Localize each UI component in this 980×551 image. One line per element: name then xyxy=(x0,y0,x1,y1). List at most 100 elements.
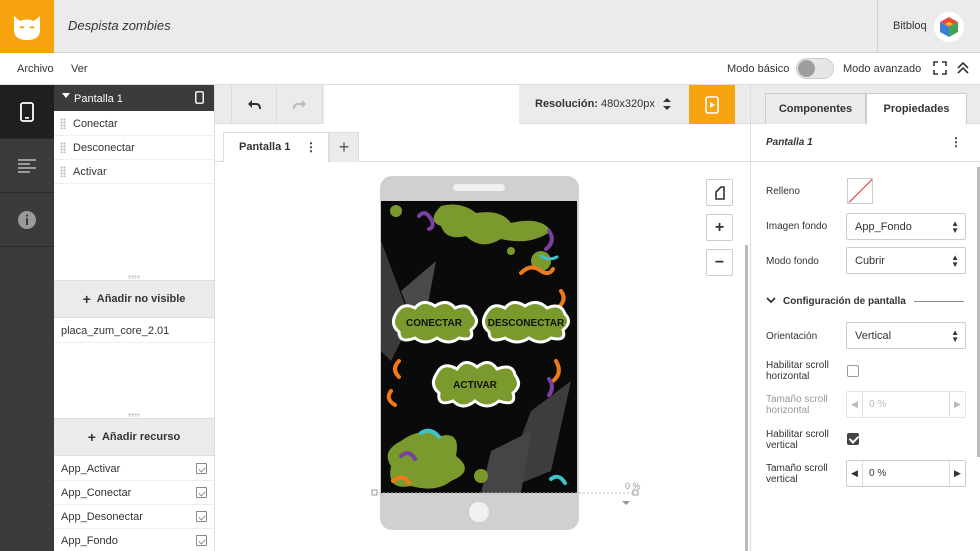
component-row[interactable]: Activar xyxy=(54,160,214,184)
select-arrows-icon[interactable] xyxy=(663,97,671,111)
label-line: vertical xyxy=(766,440,798,451)
plus-icon: + xyxy=(87,429,96,445)
label-line: Habilitar scroll xyxy=(766,360,829,371)
label-line: Habilitar scroll xyxy=(766,429,829,440)
tab-propiedades[interactable]: Propiedades xyxy=(866,93,967,124)
resource-item[interactable]: App_Fondo xyxy=(54,529,214,551)
phone-screen[interactable]: CONECTAR DESCONECTAR ACTIVAR xyxy=(381,201,577,493)
label-line: Tamaño scroll xyxy=(766,394,828,405)
rail-blocks-button[interactable] xyxy=(0,139,54,193)
add-invisible-label: Añadir no visible xyxy=(96,293,186,305)
select-arrows-icon: ▲ ▼ xyxy=(951,219,959,235)
orientation-value: Vertical xyxy=(855,330,892,342)
toggle-knob xyxy=(798,60,815,77)
fill-color-picker[interactable] xyxy=(847,178,873,204)
hscroll-enable-checkbox[interactable] xyxy=(847,365,859,377)
chevron-down-icon xyxy=(766,297,776,304)
bg-mode-value: Cubrir xyxy=(855,255,885,267)
play-phone-icon xyxy=(705,95,719,114)
rail-info-button[interactable] xyxy=(0,193,54,247)
app-icon[interactable] xyxy=(934,12,964,42)
resource-item[interactable]: App_Desonectar xyxy=(54,505,214,529)
run-app-button[interactable] xyxy=(689,85,735,124)
bg-mode-select[interactable]: Cubrir ▲ ▼ xyxy=(846,247,966,274)
tab-componentes[interactable]: Componentes xyxy=(765,93,866,124)
image-icon xyxy=(196,487,207,498)
scroll-guide[interactable] xyxy=(371,489,641,507)
add-resource-button[interactable]: + Añadir recurso xyxy=(54,418,214,456)
cube-icon xyxy=(940,17,958,37)
properties-title-row: Pantalla 1 ⋮ xyxy=(751,124,980,162)
drag-handle-icon[interactable] xyxy=(60,118,66,129)
info-icon xyxy=(18,210,36,229)
component-label: Desconectar xyxy=(73,142,135,154)
redo-icon xyxy=(292,99,306,109)
resource-label: App_Desonectar xyxy=(61,511,143,523)
increment-icon[interactable]: ▶ xyxy=(949,461,965,486)
hscroll-size-stepper[interactable]: ◀ 0 % ▶ xyxy=(846,391,966,418)
phone-preview: CONECTAR DESCONECTAR ACTIVAR xyxy=(380,176,579,530)
drag-handle-icon[interactable] xyxy=(60,142,66,153)
phone-icon xyxy=(195,91,204,104)
resource-item[interactable]: App_Activar xyxy=(54,457,214,481)
section-label: Configuración de pantalla xyxy=(783,296,906,307)
add-screen-button[interactable]: + xyxy=(329,132,359,163)
project-title[interactable]: Despista zombies xyxy=(68,18,171,33)
add-invisible-button[interactable]: + Añadir no visible xyxy=(54,280,214,318)
screen-tabbar: Pantalla 1 ⋮ + xyxy=(215,124,750,163)
drag-handle-icon[interactable] xyxy=(60,166,66,177)
component-row[interactable]: Desconectar xyxy=(54,136,214,160)
tab-pantalla-1[interactable]: Pantalla 1 ⋮ xyxy=(223,132,329,163)
icon-rail xyxy=(0,85,54,551)
increment-icon[interactable]: ▶ xyxy=(949,392,965,417)
decrement-icon[interactable]: ◀ xyxy=(847,392,863,417)
fit-screen-button[interactable] xyxy=(706,179,733,206)
component-row[interactable]: Conectar xyxy=(54,112,214,136)
vscroll-size-stepper[interactable]: ◀ 0 % ▶ xyxy=(846,460,966,487)
redo-button[interactable] xyxy=(277,85,323,124)
vscroll-size-label: Tamaño scroll vertical xyxy=(766,463,828,485)
decrement-icon[interactable]: ◀ xyxy=(847,461,863,486)
component-label: Activar xyxy=(73,166,107,178)
undo-button[interactable] xyxy=(231,85,277,124)
bg-mode-label: Modo fondo xyxy=(766,256,819,267)
rail-design-button[interactable] xyxy=(0,85,54,139)
zoom-out-button[interactable]: − xyxy=(706,249,733,276)
resize-handle[interactable] xyxy=(128,275,140,279)
menu-ver[interactable]: Ver xyxy=(71,63,88,75)
preview-button-desconectar[interactable]: DESCONECTAR xyxy=(479,298,573,346)
invisible-item[interactable]: placa_zum_core_2.01 xyxy=(54,319,214,343)
menu-archivo[interactable]: Archivo xyxy=(17,63,54,75)
preview-button-label: CONECTAR xyxy=(406,318,463,329)
preview-button-label: ACTIVAR xyxy=(453,380,497,391)
toolbar-spacer xyxy=(324,85,519,124)
preview-button-activar[interactable]: ACTIVAR xyxy=(429,357,521,411)
preview-button-label: DESCONECTAR xyxy=(488,318,565,329)
fullscreen-icon[interactable] xyxy=(933,61,947,75)
header-divider xyxy=(877,0,878,53)
zoom-in-button[interactable]: + xyxy=(706,214,733,241)
app-logo[interactable] xyxy=(0,0,54,53)
label-line: horizontal xyxy=(766,371,810,382)
zombie-background-image xyxy=(381,201,577,493)
resize-handle[interactable] xyxy=(128,413,140,417)
design-toolbar: Resolución: 480x320px xyxy=(215,85,750,124)
hscroll-size-label: Tamaño scroll horizontal xyxy=(766,394,828,416)
canvas-scrollbar[interactable] xyxy=(745,245,748,551)
mode-toggle[interactable] xyxy=(796,58,834,79)
screen-header[interactable]: Pantalla 1 xyxy=(54,85,214,111)
app-name: Bitbloq xyxy=(893,20,927,32)
collapse-up-icon[interactable] xyxy=(956,61,970,75)
resolution-select[interactable]: Resolución: 480x320px xyxy=(535,98,655,110)
orientation-select[interactable]: Vertical ▲ ▼ xyxy=(846,322,966,349)
kebab-menu-icon[interactable]: ⋮ xyxy=(305,140,317,154)
bg-image-select[interactable]: App_Fondo ▲ ▼ xyxy=(846,213,966,240)
vscroll-enable-checkbox[interactable] xyxy=(847,433,859,445)
resource-item[interactable]: App_Conectar xyxy=(54,481,214,505)
kebab-menu-icon[interactable]: ⋮ xyxy=(950,135,962,149)
fill-label: Relleno xyxy=(766,186,800,197)
section-screen-config[interactable]: Configuración de pantalla xyxy=(766,295,966,309)
cat-logo-icon xyxy=(14,15,40,40)
preview-button-conectar[interactable]: CONECTAR xyxy=(389,298,479,346)
resource-label: App_Activar xyxy=(61,463,121,475)
